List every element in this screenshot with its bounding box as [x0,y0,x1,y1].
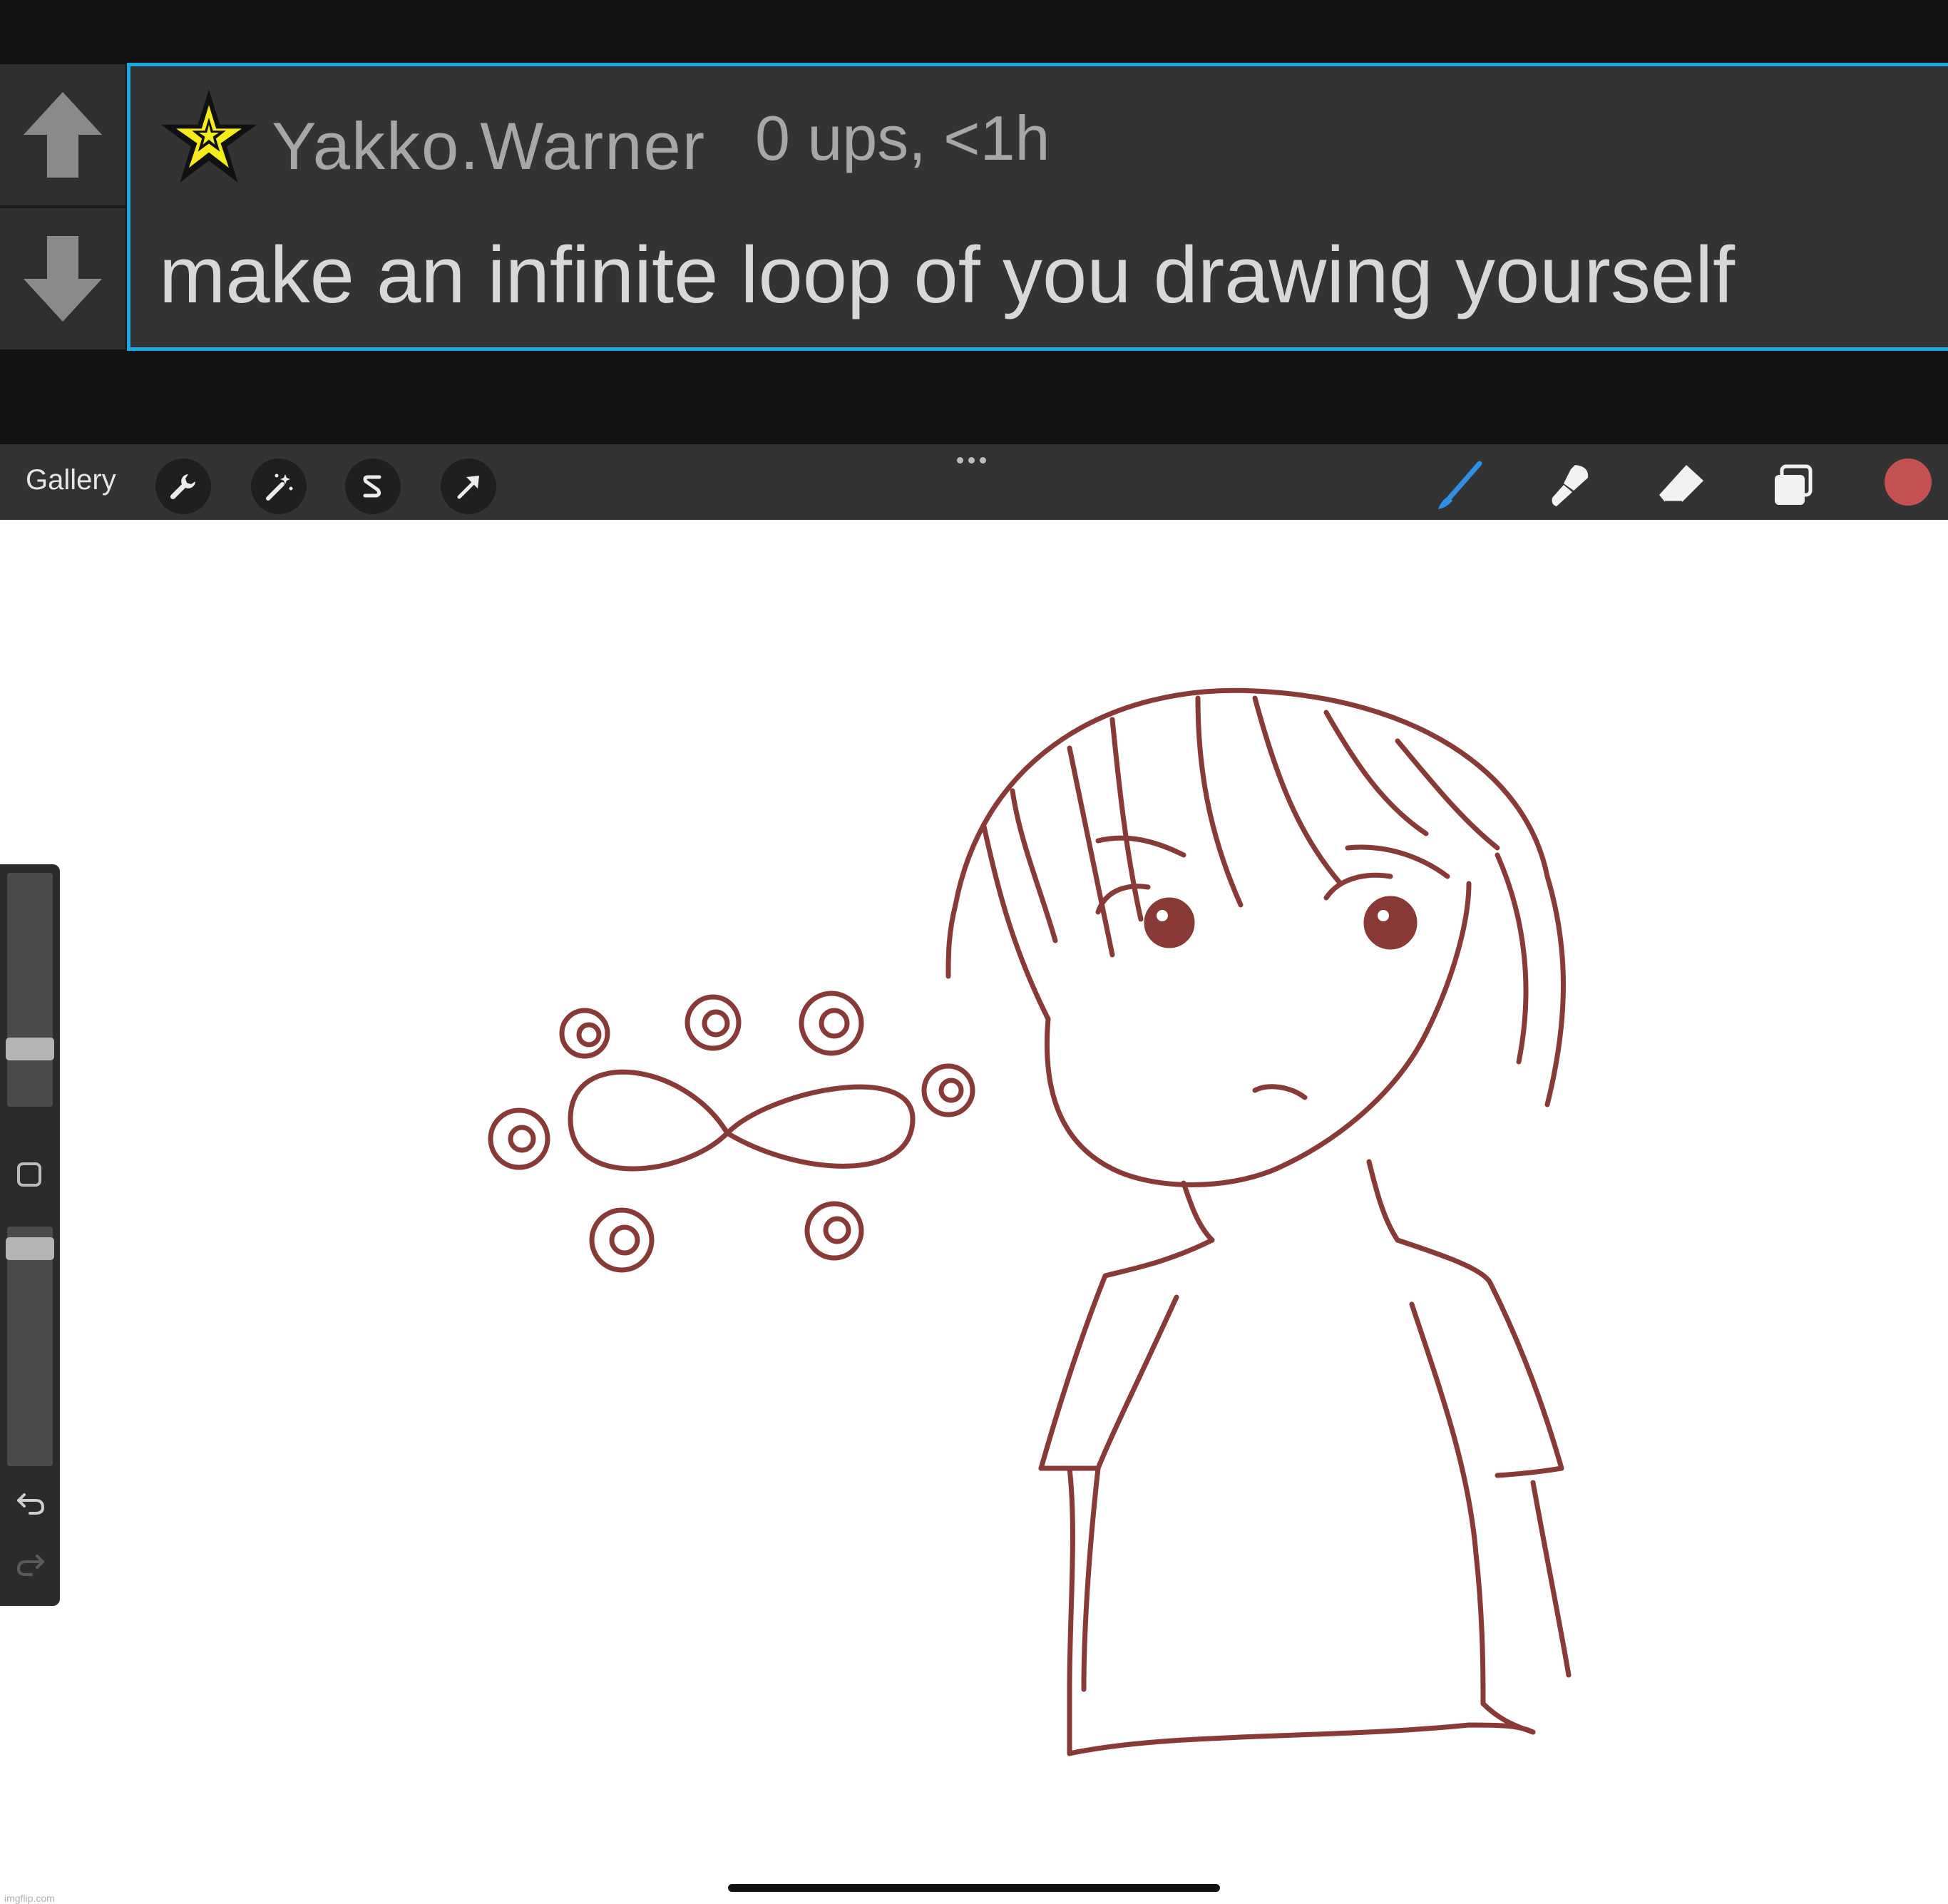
comment-meta: 0 ups, <1h [755,103,1050,173]
adjustments-button[interactable] [251,459,307,514]
transform-button[interactable] [441,459,496,514]
downvote-button[interactable] [0,208,125,349]
actions-button[interactable] [155,459,211,514]
infinity-symbol [568,1069,916,1172]
wrench-icon [170,474,195,500]
gallery-button[interactable]: Gallery [26,464,116,496]
selection-button[interactable] [345,459,401,514]
color-picker-button[interactable] [1882,456,1934,511]
undo-icon[interactable] [13,1485,48,1520]
brush-tool-button[interactable] [1430,457,1487,514]
layers-button[interactable] [1765,457,1823,514]
square-modifier-icon[interactable] [17,1162,41,1187]
current-color-swatch [1885,459,1932,506]
app-toolbar: Gallery [0,444,1948,520]
smudge-icon [1552,465,1589,506]
brush-sidebar [0,864,60,1606]
character-face [1044,835,1472,1187]
eraser-icon [1659,465,1703,503]
character-hair [945,687,1566,1107]
opacity-thumb[interactable] [6,1237,54,1260]
more-options-handle[interactable] [957,457,986,464]
magic-wand-icon [266,474,293,501]
home-indicator[interactable] [728,1884,1220,1892]
brush-size-thumb[interactable] [6,1038,54,1060]
layers-icon [1775,464,1813,505]
comment-username[interactable]: Yakko.Warner [272,108,706,185]
comment-banner: Yakko.Warner 0 ups, <1h make an infinite… [0,0,1948,444]
canvas-drawing [488,687,1572,1756]
brush-icon [1438,461,1482,509]
redo-icon[interactable] [13,1546,48,1582]
arrow-up-icon [24,92,102,178]
comment-text: make an infinite loop of you drawing you… [159,230,1736,319]
star-badge-icon [160,89,257,183]
arrow-down-icon [24,236,102,322]
transform-arrow-icon [457,476,479,499]
eraser-tool-button[interactable] [1653,457,1710,514]
comment-box: Yakko.Warner 0 ups, <1h make an infinite… [127,63,1948,351]
smudge-tool-button[interactable] [1543,457,1600,514]
watermark: imgflip.com [4,1893,55,1904]
upvote-button[interactable] [0,64,125,208]
selection-s-icon [363,475,381,498]
vote-column [0,64,127,355]
opacity-slider[interactable] [6,1227,54,1466]
brush-size-slider[interactable] [6,873,54,1107]
character-body [1038,1159,1572,1756]
